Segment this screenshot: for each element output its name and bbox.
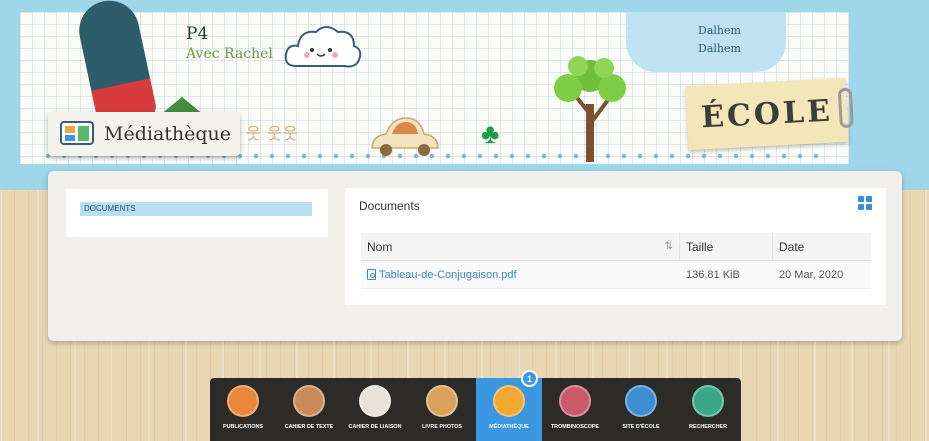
file-name-link[interactable]: Tableau-de-Conjugaison.pdf [379,269,517,281]
table-row[interactable]: Tableau-de-Conjugaison.pdf 136.81 KiB 20… [361,261,871,289]
dock-item-cahier-de-liaison[interactable]: CAHIER DE LIAISON [342,378,408,441]
cloud-illustration [284,26,362,68]
tree-illustration [554,56,626,162]
media-library-icon [60,121,94,145]
table-header: Nom ⇅ Taille Date [361,233,871,261]
class-name: P4 [186,24,209,44]
folder-item-documents[interactable]: DOCUMENTS [80,202,312,216]
ecole-sign: ÉCOLE [685,77,854,151]
sort-icon[interactable]: ⇅ [665,241,673,252]
liaison-book-icon [359,385,391,417]
media-library-icon [493,385,525,417]
file-size-cell: 136.81 KiB [686,268,740,281]
faces-icon [559,385,591,417]
website-icon [625,385,657,417]
dock-item-label: RECHERCHER [688,424,728,430]
file-date-cell: 20 Mar, 2020 [779,268,844,281]
column-header-name-label: Nom [367,239,393,254]
dock-item-trombinoscope[interactable]: TROMBINOSCOPE [542,378,608,441]
column-header-size[interactable]: Taille [680,233,773,260]
search-icon [692,385,724,417]
dock-item-label: SITE D'ÉCOLE [622,424,660,430]
file-name-cell[interactable]: Tableau-de-Conjugaison.pdf [361,261,680,288]
page-title: Médiathèque [104,123,232,145]
column-header-date-label: Date [779,239,805,254]
teacher-name: Avec Rachel [186,46,273,62]
car-illustration [371,117,439,156]
dock-item-label: TROMBINOSCOPE [550,424,600,430]
dock-item-cahier-de-texte[interactable]: CAHIER DE TEXTE [276,378,342,441]
photo-book-icon [426,385,458,417]
documents-table: Nom ⇅ Taille Date Tableau-de-Conjugaison… [361,233,871,289]
pdf-file-icon [367,269,376,280]
documents-title: Documents [359,199,420,213]
dock-item-livre-photos[interactable]: LIVRE PHOTOS [409,378,475,441]
dock-item-mediatheque[interactable]: MÉDIATHÈQUE [476,378,542,441]
clover-icon: ♣ [481,118,500,149]
column-header-date[interactable]: Date [773,233,871,260]
people-illustration: 웃 웃웃 [246,126,299,143]
dock-item-label: PUBLICATIONS [222,424,264,430]
publications-icon [227,385,259,417]
column-header-size-label: Taille [686,239,714,254]
dock-item-label: CAHIER DE LIAISON [348,424,402,430]
dock-item-label: CAHIER DE TEXTE [284,424,334,430]
dock-item-label: LIVRE PHOTOS [421,424,463,430]
dock-item-publications[interactable]: PUBLICATIONS [210,378,276,441]
dock-item-site-ecole[interactable]: SITE D'ÉCOLE [608,378,674,441]
page-title-tag: Médiathèque [48,112,240,156]
notification-badge: 1 [521,370,538,387]
column-header-name[interactable]: Nom ⇅ [361,233,680,260]
city-name: Dalhem [698,24,741,37]
grid-view-icon[interactable] [858,196,872,210]
paperclip-icon [837,87,854,129]
ecole-sign-text: ÉCOLE [700,93,834,135]
notebook-icon [293,385,325,417]
city-name-2: Dalhem [698,42,741,55]
dock-item-rechercher[interactable]: RECHERCHER [675,378,741,441]
dock-item-label: MÉDIATHÈQUE [489,424,529,430]
